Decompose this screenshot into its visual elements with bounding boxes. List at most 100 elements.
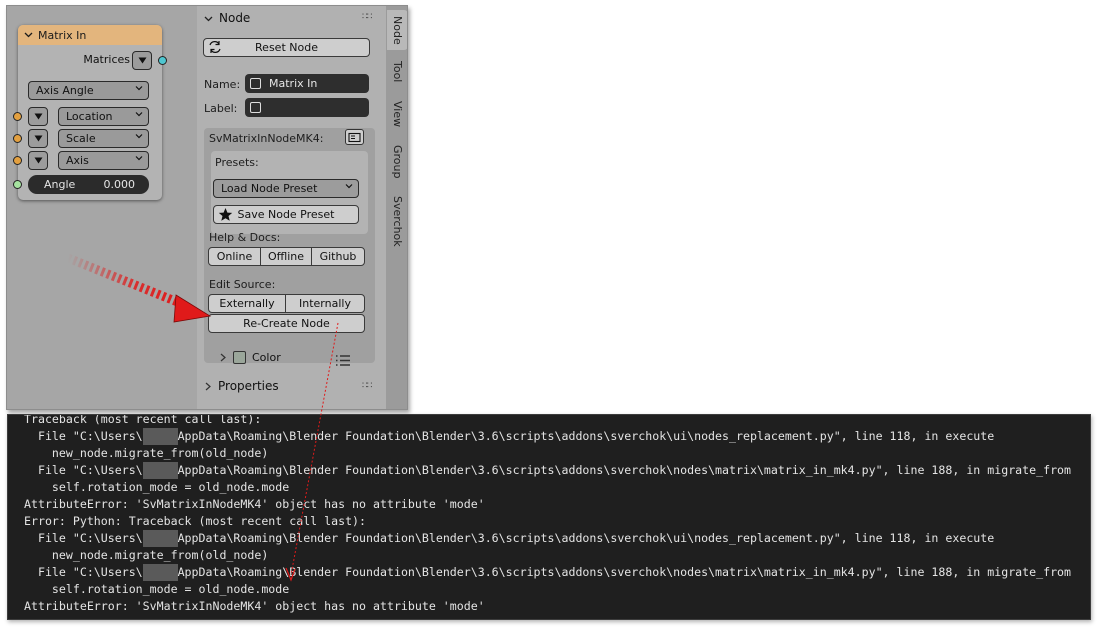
node-class-label: SvMatrixInNodeMK4:: [209, 132, 324, 145]
scale-socket[interactable]: [13, 134, 22, 143]
tab-sverchok[interactable]: Sverchok: [387, 191, 407, 251]
redacted-username: XXXXX: [142, 462, 178, 479]
edit-source-label: Edit Source:: [209, 278, 276, 291]
input-row-scale: Scale: [13, 129, 162, 149]
node-header[interactable]: Matrix In: [18, 25, 162, 45]
label-label: Label:: [204, 102, 238, 115]
help-docs-label: Help & Docs:: [209, 231, 281, 244]
angle-field[interactable]: Angle 0.000: [28, 175, 149, 194]
console-text: AppData\Roaming\Blender Foundation\Blend…: [177, 463, 1072, 477]
drag-grip-icon[interactable]: ∷∷: [362, 381, 373, 391]
chevron-down-icon: [345, 180, 353, 197]
list-icon[interactable]: [335, 352, 351, 371]
node-title: Matrix In: [38, 28, 87, 42]
location-select[interactable]: Location: [58, 107, 149, 126]
console-text: Traceback (most recent call last):: [24, 414, 262, 426]
chevron-down-icon[interactable]: [24, 29, 33, 42]
output-label: Matrices: [83, 53, 130, 66]
scale-label: Scale: [66, 132, 96, 145]
tab-group[interactable]: Group: [387, 139, 407, 185]
reset-node-button[interactable]: Reset Node: [203, 38, 370, 57]
color-subpanel-header[interactable]: Color: [219, 351, 281, 364]
input-row-location: Location: [13, 107, 162, 127]
internally-button[interactable]: Internally: [285, 294, 365, 313]
chevron-down-icon: [135, 108, 143, 125]
tab-view[interactable]: View: [387, 94, 407, 134]
name-label: Name:: [204, 78, 241, 91]
input-row-axis: Axis: [13, 151, 162, 171]
scale-expand-button[interactable]: [28, 129, 48, 148]
node-panel-header[interactable]: Node: [204, 11, 250, 25]
console-text: File "C:\Users\: [24, 565, 143, 579]
online-button[interactable]: Online: [208, 247, 261, 266]
presets-label: Presets:: [215, 156, 259, 169]
properties-label: Properties: [218, 379, 279, 393]
node-icon: [250, 102, 261, 113]
matrix-in-node[interactable]: Matrix In Matrices Axis Angle Location S…: [13, 25, 167, 200]
github-button[interactable]: Github: [311, 247, 365, 266]
save-preset-button[interactable]: Save Node Preset: [213, 205, 359, 224]
console-text: new_node.migrate_from(old_node): [24, 548, 269, 562]
externally-button[interactable]: Externally: [208, 294, 286, 313]
offline-button[interactable]: Offline: [260, 247, 312, 266]
color-checkbox[interactable]: [233, 351, 246, 364]
console-line: File "C:\Users\XXXXXAppData\Roaming\Blen…: [24, 462, 1071, 479]
output-dropdown[interactable]: [132, 51, 152, 70]
internally-label: Internally: [299, 297, 351, 310]
console-line: File "C:\Users\XXXXXAppData\Roaming\Blen…: [24, 530, 994, 547]
chevron-down-icon: [135, 152, 143, 169]
console-line: File "C:\Users\XXXXXAppData\Roaming\Blen…: [24, 564, 1071, 581]
tab-sverchok-label: Sverchok: [391, 195, 404, 247]
location-expand-button[interactable]: [28, 107, 48, 126]
load-preset-label: Load Node Preset: [221, 182, 318, 195]
tab-tool-label: Tool: [391, 61, 404, 83]
node-icon: [250, 78, 261, 89]
name-value: Matrix In: [269, 77, 318, 90]
redacted-username: XXXXX: [142, 428, 178, 445]
chevron-down-icon: [135, 130, 143, 147]
redacted-username: XXXXX: [142, 564, 178, 581]
python-console[interactable]: Traceback (most recent call last): File …: [7, 414, 1091, 620]
recreate-node-button[interactable]: Re-Create Node: [208, 314, 365, 333]
console-line: File "C:\Users\XXXXXAppData\Roaming\Blen…: [24, 428, 994, 445]
axis-expand-button[interactable]: [28, 151, 48, 170]
node-panel-title: Node: [219, 11, 251, 25]
name-field[interactable]: Matrix In: [245, 74, 369, 93]
console-line: new_node.migrate_from(old_node): [24, 547, 268, 564]
console-text: AttributeError: 'SvMatrixInNodeMK4' obje…: [24, 497, 485, 511]
tab-tool[interactable]: Tool: [387, 54, 407, 90]
chevron-right-icon: [205, 382, 211, 390]
console-text: AppData\Roaming\Blender Foundation\Blend…: [177, 429, 995, 443]
offline-label: Offline: [267, 250, 305, 263]
star-icon: [218, 207, 233, 227]
scale-select[interactable]: Scale: [58, 129, 149, 148]
angle-label: Angle: [44, 178, 76, 191]
console-text: AttributeError: 'SvMatrixInNodeMK4' obje…: [24, 599, 485, 613]
tab-node[interactable]: Node: [387, 10, 407, 50]
chevron-down-icon: [204, 16, 213, 21]
docs-icon-button[interactable]: [345, 129, 364, 145]
github-label: Github: [319, 250, 357, 263]
location-label: Location: [66, 110, 113, 123]
angle-socket[interactable]: [13, 180, 22, 189]
axis-select[interactable]: Axis: [58, 151, 149, 170]
matrices-output-socket[interactable]: [158, 56, 167, 65]
recreate-node-label: Re-Create Node: [243, 317, 330, 330]
angle-value: 0.000: [103, 178, 136, 191]
console-text: self.rotation_mode = old_node.mode: [24, 480, 290, 494]
chevron-right-icon: [220, 353, 226, 362]
blender-window: Matrix In Matrices Axis Angle Location S…: [6, 5, 408, 410]
tab-group-label: Group: [391, 145, 404, 179]
drag-grip-icon[interactable]: ∷∷: [362, 12, 373, 22]
axis-socket[interactable]: [13, 156, 22, 165]
mode-select[interactable]: Axis Angle: [28, 81, 149, 100]
online-label: Online: [216, 250, 253, 263]
console-line: AttributeError: 'SvMatrixInNodeMK4' obje…: [24, 598, 485, 615]
label-field[interactable]: [245, 98, 369, 117]
sidebar-tabs: Node Tool View Group Sverchok: [386, 6, 407, 409]
properties-panel-header[interactable]: Properties: [204, 379, 279, 393]
console-text: Error: Python: Traceback (most recent ca…: [24, 514, 367, 528]
location-socket[interactable]: [13, 112, 22, 121]
console-text: File "C:\Users\: [24, 463, 143, 477]
load-preset-select[interactable]: Load Node Preset: [213, 179, 359, 198]
